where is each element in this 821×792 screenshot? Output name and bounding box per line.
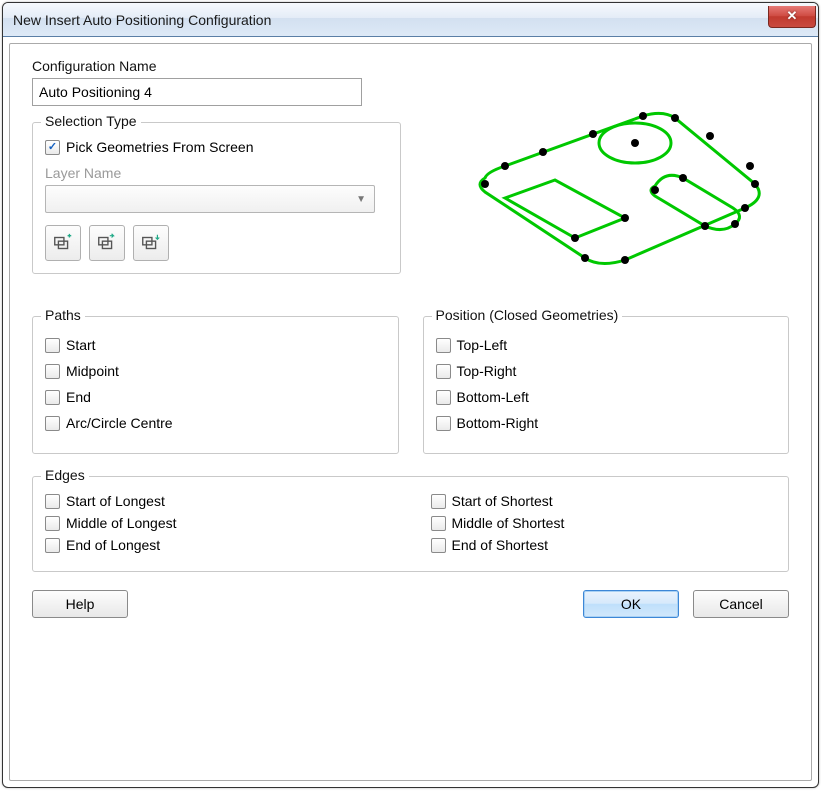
titlebar: New Insert Auto Positioning Configuratio… xyxy=(3,3,818,37)
position-bottom-left-checkbox[interactable] xyxy=(436,390,451,405)
layer-name-label: Layer Name xyxy=(45,165,388,181)
ok-button-label: OK xyxy=(621,596,641,612)
position-top-right-label[interactable]: Top-Right xyxy=(457,363,517,379)
edges-end-longest-label[interactable]: End of Longest xyxy=(66,537,160,553)
paths-end-checkbox[interactable] xyxy=(45,390,60,405)
position-bottom-right-checkbox[interactable] xyxy=(436,416,451,431)
position-top-left-label[interactable]: Top-Left xyxy=(457,337,508,353)
paths-midpoint-label[interactable]: Midpoint xyxy=(66,363,119,379)
layer-move-icon xyxy=(140,232,162,254)
edges-start-shortest-label[interactable]: Start of Shortest xyxy=(452,493,553,509)
help-button-label: Help xyxy=(66,596,95,612)
pick-geometries-label[interactable]: Pick Geometries From Screen xyxy=(66,139,254,155)
position-bottom-right-label[interactable]: Bottom-Right xyxy=(457,415,539,431)
edges-end-longest-checkbox[interactable] xyxy=(45,538,60,553)
paths-group: Paths Start Midpoint End Arc/Circle Cent… xyxy=(32,316,399,454)
layer-name-select[interactable]: ▼ xyxy=(45,185,375,213)
position-top-right-checkbox[interactable] xyxy=(436,364,451,379)
chevron-down-icon: ▼ xyxy=(356,194,366,205)
position-group: Position (Closed Geometries) Top-Left To… xyxy=(423,316,790,454)
position-top-left-checkbox[interactable] xyxy=(436,338,451,353)
geometry-preview-icon xyxy=(425,88,785,298)
layer-toolbar xyxy=(45,225,388,261)
edges-middle-longest-label[interactable]: Middle of Longest xyxy=(66,515,177,531)
position-legend: Position (Closed Geometries) xyxy=(432,307,623,323)
cancel-button-label: Cancel xyxy=(719,596,763,612)
pick-geometries-checkbox[interactable] xyxy=(45,140,60,155)
selection-type-legend: Selection Type xyxy=(41,113,141,129)
window-title: New Insert Auto Positioning Configuratio… xyxy=(13,12,768,28)
layer-copy-icon xyxy=(96,232,118,254)
edges-start-shortest-checkbox[interactable] xyxy=(431,494,446,509)
paths-start-checkbox[interactable] xyxy=(45,338,60,353)
edges-start-longest-label[interactable]: Start of Longest xyxy=(66,493,165,509)
dialog-content: Configuration Name Selection Type Pick G… xyxy=(9,43,812,781)
cancel-button[interactable]: Cancel xyxy=(693,590,789,618)
edges-legend: Edges xyxy=(41,467,89,483)
paths-midpoint-checkbox[interactable] xyxy=(45,364,60,379)
preview-area xyxy=(421,58,790,298)
config-name-input[interactable] xyxy=(32,78,362,106)
paths-legend: Paths xyxy=(41,307,85,323)
layer-tool-2[interactable] xyxy=(89,225,125,261)
paths-arc-centre-checkbox[interactable] xyxy=(45,416,60,431)
close-button[interactable]: ✕ xyxy=(768,6,816,28)
ok-button[interactable]: OK xyxy=(583,590,679,618)
edges-middle-shortest-checkbox[interactable] xyxy=(431,516,446,531)
paths-arc-centre-label[interactable]: Arc/Circle Centre xyxy=(66,415,173,431)
layer-tool-1[interactable] xyxy=(45,225,81,261)
help-button[interactable]: Help xyxy=(32,590,128,618)
edges-middle-longest-checkbox[interactable] xyxy=(45,516,60,531)
selection-type-group: Selection Type Pick Geometries From Scre… xyxy=(32,122,401,274)
paths-end-label[interactable]: End xyxy=(66,389,91,405)
edges-end-shortest-label[interactable]: End of Shortest xyxy=(452,537,549,553)
close-icon: ✕ xyxy=(787,8,798,24)
position-bottom-left-label[interactable]: Bottom-Left xyxy=(457,389,529,405)
paths-start-label[interactable]: Start xyxy=(66,337,96,353)
edges-start-longest-checkbox[interactable] xyxy=(45,494,60,509)
dialog-button-row: Help OK Cancel xyxy=(32,590,789,618)
dialog-window: New Insert Auto Positioning Configuratio… xyxy=(2,2,819,788)
layer-add-icon xyxy=(52,232,74,254)
config-name-label: Configuration Name xyxy=(32,58,401,74)
edges-middle-shortest-label[interactable]: Middle of Shortest xyxy=(452,515,565,531)
layer-tool-3[interactable] xyxy=(133,225,169,261)
edges-end-shortest-checkbox[interactable] xyxy=(431,538,446,553)
edges-group: Edges Start of Longest Middle of Longest… xyxy=(32,476,789,572)
